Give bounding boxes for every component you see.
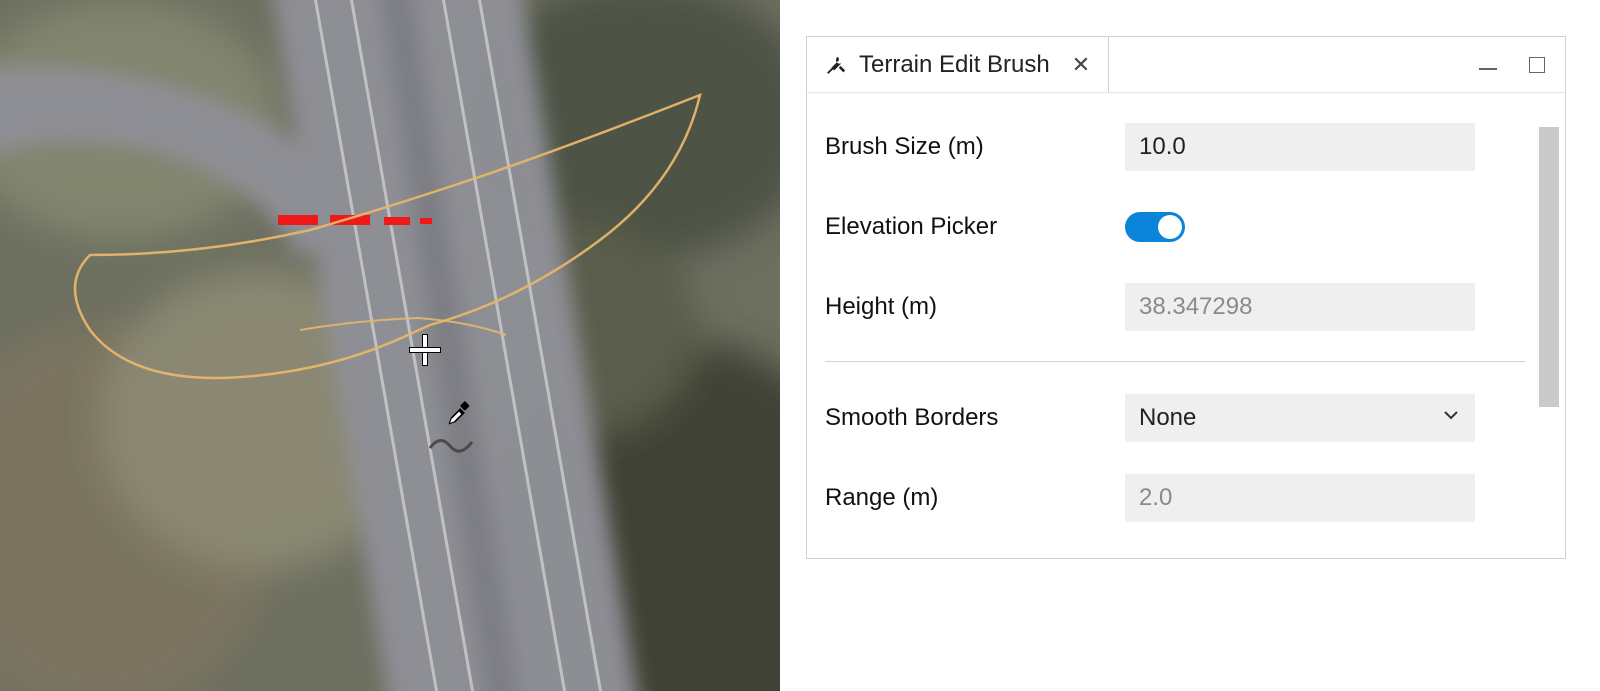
height-input[interactable] <box>1125 283 1475 331</box>
brush-size-input[interactable] <box>1125 123 1475 171</box>
range-input[interactable] <box>1125 474 1475 522</box>
elevation-picker-toggle[interactable] <box>1125 212 1185 242</box>
elevation-picker-label: Elevation Picker <box>825 213 1125 241</box>
smooth-borders-label: Smooth Borders <box>825 404 1125 432</box>
panel-title: Terrain Edit Brush <box>859 51 1050 79</box>
minimize-button[interactable] <box>1479 68 1497 70</box>
panel-scrollbar[interactable] <box>1539 127 1559 538</box>
terrain-canvas <box>0 0 780 691</box>
panel-titlebar: Terrain Edit Brush ✕ <box>807 37 1565 93</box>
tools-icon <box>825 54 847 76</box>
maximize-button[interactable] <box>1529 57 1545 73</box>
range-label: Range (m) <box>825 484 1125 512</box>
smooth-borders-select[interactable]: None <box>1125 394 1475 442</box>
close-tab-icon[interactable]: ✕ <box>1072 52 1090 78</box>
smooth-borders-value: None <box>1139 404 1196 432</box>
section-divider <box>825 361 1525 362</box>
height-label: Height (m) <box>825 293 1125 321</box>
panel-tab-terrain-edit-brush[interactable]: Terrain Edit Brush ✕ <box>807 37 1109 92</box>
chevron-down-icon <box>1441 404 1461 432</box>
panel-body: Brush Size (m) Elevation Picker Height (… <box>807 93 1565 558</box>
window-buttons <box>1459 37 1565 92</box>
terrain-edit-brush-panel: Terrain Edit Brush ✕ Brush Size (m) <box>806 36 1566 559</box>
scrollbar-thumb[interactable] <box>1539 127 1559 407</box>
right-pane: Terrain Edit Brush ✕ Brush Size (m) <box>780 0 1600 691</box>
terrain-viewport[interactable] <box>0 0 780 691</box>
brush-size-label: Brush Size (m) <box>825 133 1125 161</box>
